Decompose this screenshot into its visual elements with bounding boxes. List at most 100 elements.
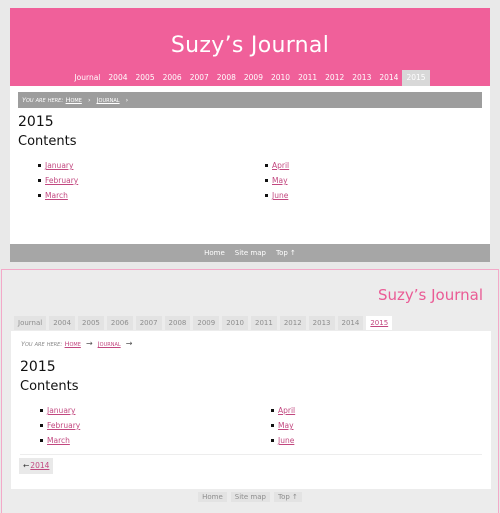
month-link-may[interactable]: May — [272, 173, 288, 188]
month-list-right: April May June — [271, 403, 295, 448]
list-item: June — [265, 188, 289, 203]
month-link-january[interactable]: January — [47, 403, 75, 418]
nav-tab-2015-active[interactable]: 2015 — [402, 70, 430, 86]
nav-tab-2011[interactable]: 2011 — [294, 70, 321, 86]
contents-heading: Contents — [18, 134, 77, 149]
bullet-icon — [265, 164, 268, 167]
page-title: 2015 — [20, 359, 56, 375]
divider — [20, 454, 482, 455]
bullet-icon — [265, 179, 268, 182]
month-link-april[interactable]: April — [278, 403, 295, 418]
bullet-icon — [40, 409, 43, 412]
nav-tab-2011[interactable]: 2011 — [251, 316, 277, 330]
footer-top-link[interactable]: Top ↑ — [273, 492, 302, 502]
nav-tab-2010[interactable]: 2010 — [267, 70, 294, 86]
nav-tab-2009[interactable]: 2009 — [240, 70, 267, 86]
site-header: Suzy’s Journal Journal 2004 2005 2006 20… — [10, 8, 490, 86]
nav-tab-2004[interactable]: 2004 — [104, 70, 131, 86]
bullet-icon — [38, 194, 41, 197]
list-item: May — [265, 173, 289, 188]
nav-tab-2012[interactable]: 2012 — [279, 316, 306, 330]
footer-sitemap-link[interactable]: Site map — [230, 492, 270, 502]
nav-tab-2006[interactable]: 2006 — [106, 316, 133, 330]
breadcrumb-journal-link[interactable]: Journal — [97, 96, 120, 104]
contents-heading: Contents — [20, 379, 79, 394]
breadcrumb-separator-icon: › — [125, 96, 129, 104]
nav-tab-2009[interactable]: 2009 — [193, 316, 220, 330]
nav-tab-journal[interactable]: Journal — [14, 316, 47, 330]
month-list-left: January February March — [40, 403, 80, 448]
list-item: May — [271, 418, 295, 433]
nav-tab-2013[interactable]: 2013 — [348, 70, 375, 86]
bullet-icon — [271, 439, 274, 442]
breadcrumb-journal-link[interactable]: Journal — [98, 340, 121, 348]
nav-tab-2012[interactable]: 2012 — [321, 70, 348, 86]
breadcrumb-prefix: You are here: — [22, 96, 64, 104]
nav-tab-2008[interactable]: 2008 — [164, 316, 191, 330]
footer-home-link[interactable]: Home — [198, 492, 227, 502]
list-item: March — [40, 433, 80, 448]
list-item: June — [271, 433, 295, 448]
page-title: 2015 — [18, 114, 54, 130]
bullet-icon — [40, 424, 43, 427]
nav-tab-2015-active[interactable]: 2015 — [366, 316, 393, 330]
nav-tab-2010[interactable]: 2010 — [222, 316, 249, 330]
nav-tab-journal[interactable]: Journal — [70, 70, 104, 86]
breadcrumb-arrow-icon: → — [125, 339, 133, 348]
bullet-icon — [40, 439, 43, 442]
site-footer: Home Site map Top ↑ — [10, 244, 490, 262]
list-item: March — [38, 188, 78, 203]
bullet-icon — [38, 179, 41, 182]
nav-tab-2013[interactable]: 2013 — [308, 316, 335, 330]
previous-year-link[interactable]: 2014 — [30, 458, 49, 474]
nav-tab-2007[interactable]: 2007 — [186, 70, 213, 86]
nav-tab-2005[interactable]: 2005 — [78, 316, 104, 330]
site-footer: Home Site map Top ↑ — [2, 492, 498, 502]
nav-tab-2014[interactable]: 2014 — [337, 316, 364, 330]
site-title: Suzy’s Journal — [377, 286, 483, 304]
site-title: Suzy’s Journal — [170, 33, 330, 58]
breadcrumb-arrow-icon: → — [85, 339, 93, 348]
nav-tab-2008[interactable]: 2008 — [213, 70, 240, 86]
nav-tab-2006[interactable]: 2006 — [159, 70, 186, 86]
list-item: February — [38, 173, 78, 188]
footer-sitemap-link[interactable]: Site map — [235, 249, 266, 257]
breadcrumb: You are here: Home → Journal → — [21, 339, 135, 348]
list-item: January — [40, 403, 80, 418]
previous-year-button[interactable]: ← 2014 — [19, 458, 54, 474]
arrow-left-icon: ← — [23, 461, 30, 470]
content-panel: You are here: Home → Journal → 2015 Cont… — [11, 331, 491, 489]
month-link-february[interactable]: February — [47, 418, 80, 433]
list-item: April — [265, 158, 289, 173]
month-link-june[interactable]: June — [278, 433, 294, 448]
list-item: April — [271, 403, 295, 418]
month-link-march[interactable]: March — [45, 188, 68, 203]
month-link-june[interactable]: June — [272, 188, 288, 203]
footer-top-link[interactable]: Top ↑ — [276, 249, 296, 257]
list-item: January — [38, 158, 78, 173]
month-link-february[interactable]: February — [45, 173, 78, 188]
nav-tab-2004[interactable]: 2004 — [49, 316, 76, 330]
month-link-april[interactable]: April — [272, 158, 289, 173]
month-link-march[interactable]: March — [47, 433, 70, 448]
breadcrumb-home-link[interactable]: Home — [65, 340, 81, 348]
breadcrumb-separator-icon: › — [87, 96, 91, 104]
bullet-icon — [271, 409, 274, 412]
nav-tab-2014[interactable]: 2014 — [375, 70, 402, 86]
month-list-right: April May June — [265, 158, 289, 203]
breadcrumb-home-link[interactable]: Home — [66, 96, 82, 104]
footer-home-link[interactable]: Home — [204, 249, 225, 257]
year-nav: Journal 2004 2005 2006 2007 2008 2009 20… — [14, 316, 395, 330]
bullet-icon — [265, 194, 268, 197]
nav-tab-2005[interactable]: 2005 — [132, 70, 159, 86]
journal-page-light-theme: Suzy’s Journal Journal 2004 2005 2006 20… — [1, 269, 499, 513]
bullet-icon — [38, 164, 41, 167]
month-link-may[interactable]: May — [278, 418, 294, 433]
journal-page-pink-theme: Suzy’s Journal Journal 2004 2005 2006 20… — [10, 8, 490, 262]
bullet-icon — [271, 424, 274, 427]
month-list-left: January February March — [38, 158, 78, 203]
month-link-january[interactable]: January — [45, 158, 73, 173]
breadcrumb-prefix: You are here: — [21, 340, 63, 348]
breadcrumb: You are here: Home › Journal › — [18, 92, 482, 108]
nav-tab-2007[interactable]: 2007 — [135, 316, 162, 330]
